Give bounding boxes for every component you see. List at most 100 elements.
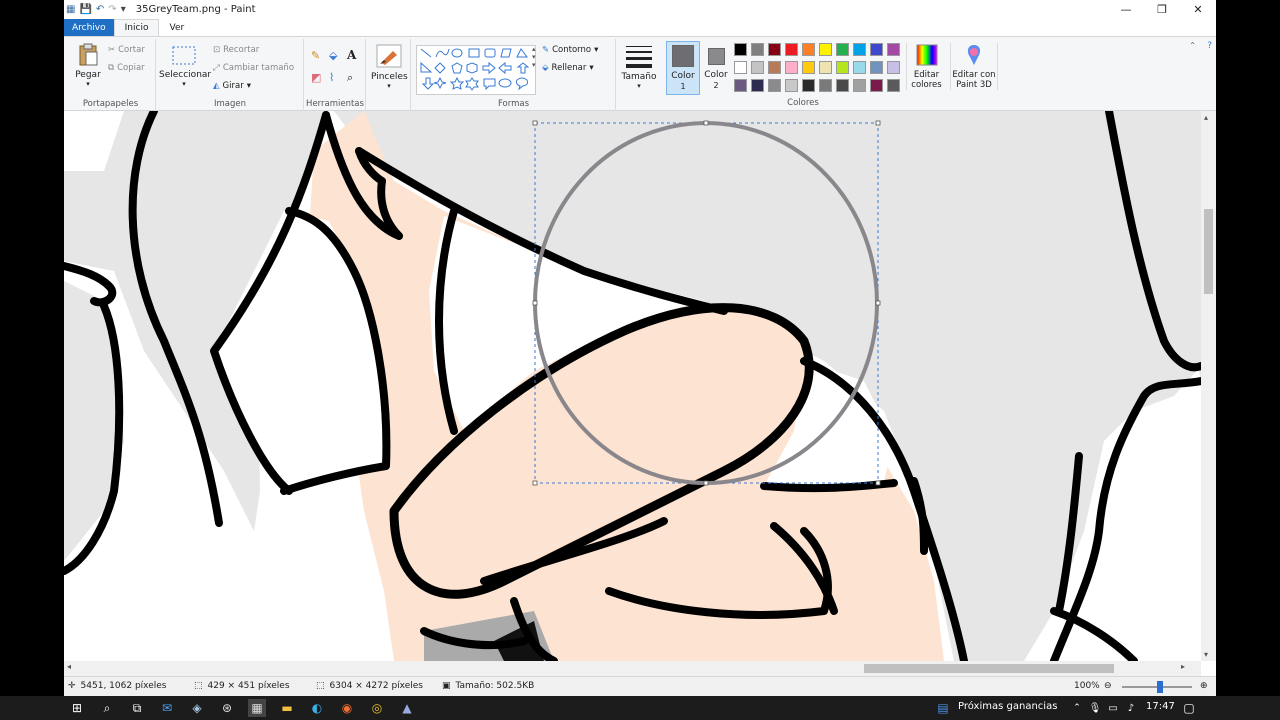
zoom-out-button[interactable]: ⊖ xyxy=(1104,681,1112,691)
tab-inicio[interactable]: Inicio xyxy=(113,19,160,36)
windows-start-icon[interactable]: ⊞ xyxy=(68,699,86,717)
notifications-icon[interactable]: ▢ xyxy=(1180,699,1198,717)
zoom-in-button[interactable]: ⊕ xyxy=(1200,681,1208,691)
rotate-button[interactable]: ◭ Girar ▾ xyxy=(213,81,251,91)
save-icon[interactable]: 💾 xyxy=(79,4,91,15)
palette-swatch[interactable] xyxy=(734,79,747,92)
crop-button[interactable]: ⊡ Recortar xyxy=(213,45,259,55)
palette-swatch[interactable] xyxy=(785,61,798,74)
fill-button[interactable]: ⬙ Rellenar ▾ xyxy=(542,63,594,73)
eraser-tool[interactable]: ◩ xyxy=(311,71,321,84)
edit-colors-button[interactable]: Editar colores xyxy=(906,43,946,90)
firefox-icon[interactable]: ◉ xyxy=(338,699,356,717)
clock-time[interactable]: 17:47 xyxy=(1146,701,1175,712)
palette-swatch[interactable] xyxy=(836,61,849,74)
scroll-left-icon[interactable]: ◂ xyxy=(67,662,71,671)
scroll-right-icon[interactable]: ▸ xyxy=(1181,662,1185,671)
palette-swatch[interactable] xyxy=(768,79,781,92)
news-icon[interactable]: ▤ xyxy=(934,699,952,717)
palette-swatch[interactable] xyxy=(853,43,866,56)
volume-icon[interactable]: ♪ xyxy=(1122,699,1140,717)
palette-swatch[interactable] xyxy=(734,61,747,74)
copy-button[interactable]: ⧉ Copiar xyxy=(108,63,145,73)
brushes-button[interactable]: Pinceles ▾ xyxy=(371,43,408,90)
palette-swatch[interactable] xyxy=(819,61,832,74)
palette-swatch[interactable] xyxy=(870,43,883,56)
tab-archivo[interactable]: Archivo xyxy=(64,19,114,36)
palette-swatch[interactable] xyxy=(819,43,832,56)
palette-swatch[interactable] xyxy=(751,43,764,56)
zoom-slider-thumb[interactable] xyxy=(1157,681,1164,693)
pencil-tool[interactable]: ✎ xyxy=(311,49,320,62)
palette-swatch[interactable] xyxy=(836,43,849,56)
magnifier-tool[interactable]: ⌕ xyxy=(347,71,353,85)
palette-swatch[interactable] xyxy=(870,61,883,74)
maximize-button[interactable]: ❐ xyxy=(1144,0,1180,19)
fill-tool[interactable]: ⬙ xyxy=(329,49,337,62)
size-button[interactable]: Tamaño ▾ xyxy=(618,43,660,90)
help-icon[interactable]: ? xyxy=(1207,41,1212,51)
palette-swatch[interactable] xyxy=(819,79,832,92)
zoom-slider[interactable] xyxy=(1122,681,1192,693)
collapse-ribbon-icon[interactable]: ⌃ xyxy=(1189,41,1196,50)
photos-icon[interactable]: ◈ xyxy=(188,699,206,717)
color1-button[interactable]: Color 1 xyxy=(666,41,700,95)
palette-swatch[interactable] xyxy=(785,79,798,92)
palette-swatch[interactable] xyxy=(768,43,781,56)
artwork[interactable] xyxy=(64,111,1201,661)
palette-swatch[interactable] xyxy=(853,61,866,74)
palette-swatch[interactable] xyxy=(785,43,798,56)
network-icon[interactable]: ▭ xyxy=(1104,699,1122,717)
mail-icon[interactable]: ✉ xyxy=(158,699,176,717)
search-icon[interactable]: ⌕ xyxy=(98,699,116,717)
palette-swatch[interactable] xyxy=(870,79,883,92)
vertical-scrollbar[interactable]: ▴ ▾ xyxy=(1201,111,1216,661)
palette-swatch[interactable] xyxy=(853,79,866,92)
palette-swatch[interactable] xyxy=(802,79,815,92)
palette-swatch[interactable] xyxy=(802,61,815,74)
edge-icon[interactable]: ◐ xyxy=(308,699,326,717)
scroll-up-icon[interactable]: ▴ xyxy=(1204,113,1208,122)
paint3d-button[interactable]: Editar con Paint 3D xyxy=(950,43,998,90)
minimize-button[interactable]: — xyxy=(1108,0,1144,19)
brushes-dropdown-icon[interactable]: ▾ xyxy=(371,82,407,90)
cut-button[interactable]: ✂ Cortar xyxy=(108,45,145,55)
size-dropdown-icon[interactable]: ▾ xyxy=(618,82,660,90)
horizontal-scroll-thumb[interactable] xyxy=(864,664,1114,673)
scroll-down-icon[interactable]: ▾ xyxy=(1204,650,1208,659)
palette-swatch[interactable] xyxy=(751,61,764,74)
palette-swatch[interactable] xyxy=(751,79,764,92)
paste-button[interactable]: Pegar ▾ xyxy=(70,43,106,88)
tray-chevron-icon[interactable]: ⌃ xyxy=(1068,699,1086,717)
palette-swatch[interactable] xyxy=(887,43,900,56)
tab-ver[interactable]: Ver xyxy=(159,19,194,36)
palette-swatch[interactable] xyxy=(887,61,900,74)
task-view-icon[interactable]: ⧉ xyxy=(128,699,146,717)
chrome-icon[interactable]: ◎ xyxy=(368,699,386,717)
paste-dropdown-icon[interactable]: ▾ xyxy=(70,80,106,88)
file-explorer-icon[interactable]: ▬ xyxy=(278,699,296,717)
palette-swatch[interactable] xyxy=(887,79,900,92)
undo-icon[interactable]: ↶ xyxy=(96,4,104,15)
color-picker-tool[interactable]: ⌇ xyxy=(329,71,334,84)
text-tool[interactable]: A xyxy=(347,48,356,62)
notification-text[interactable]: Próximas ganancias xyxy=(958,701,1057,712)
shapes-gallery[interactable] xyxy=(416,45,536,95)
customize-chevron-icon[interactable]: ▾ xyxy=(121,4,126,15)
microphone-icon[interactable]: 🎙 xyxy=(1086,699,1104,717)
redo-icon[interactable]: ↷ xyxy=(108,4,116,15)
close-button[interactable]: ✕ xyxy=(1180,0,1216,19)
paint-taskbar-icon[interactable]: ▦ xyxy=(248,699,266,717)
horizontal-scrollbar[interactable]: ◂ ▸ xyxy=(64,661,1201,676)
paint-app-icon[interactable]: ▲ xyxy=(398,699,416,717)
drawing-canvas[interactable] xyxy=(64,111,1201,661)
select-dropdown-icon[interactable]: ▾ xyxy=(159,80,209,88)
vertical-scroll-thumb[interactable] xyxy=(1204,209,1213,294)
palette-swatch[interactable] xyxy=(768,61,781,74)
app-icon[interactable]: ⊛ xyxy=(218,699,236,717)
shapes-scroll-icon[interactable]: ▴ ▾ ▾ xyxy=(532,45,536,69)
select-button[interactable]: Seleccionar ▾ xyxy=(159,45,211,88)
palette-swatch[interactable] xyxy=(802,43,815,56)
color2-button[interactable]: Color 2 xyxy=(700,41,732,95)
outline-button[interactable]: ✎ Contorno ▾ xyxy=(542,45,598,55)
